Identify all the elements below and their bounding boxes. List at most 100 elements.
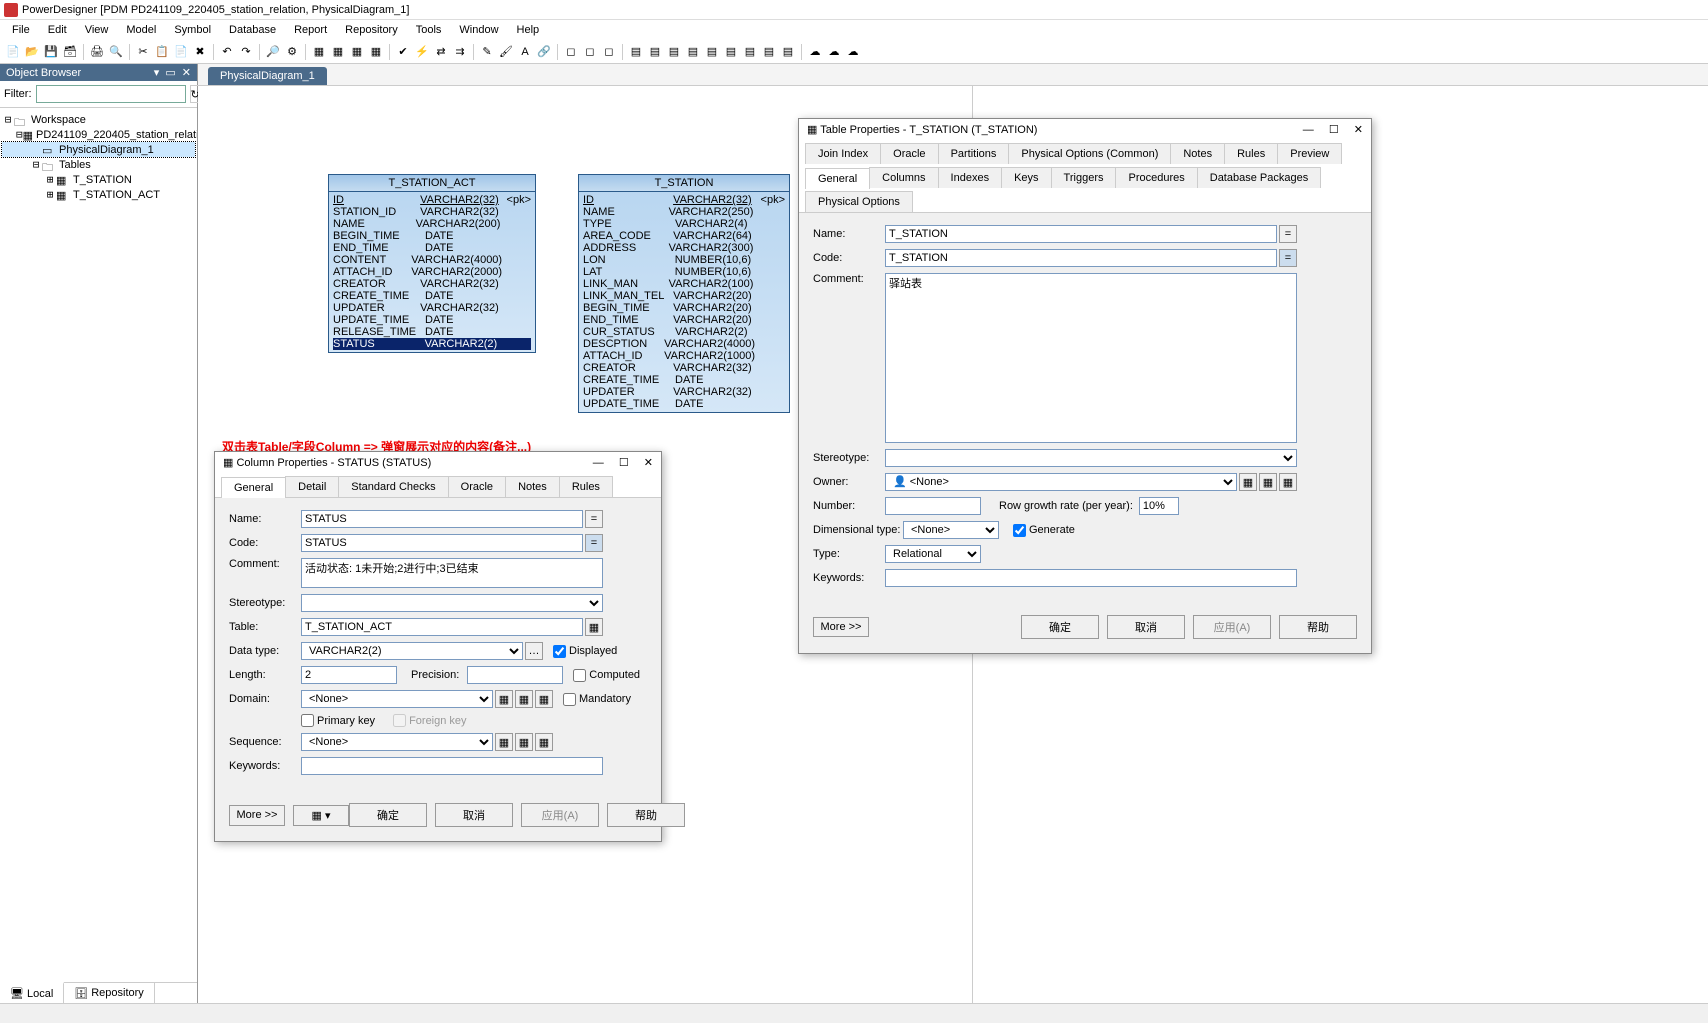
menu-edit[interactable]: Edit [40, 22, 75, 38]
col-tab-notes[interactable]: Notes [505, 476, 560, 497]
erd-column[interactable]: ADDRESSVARCHAR2(300) [583, 242, 785, 254]
tbl-tab-indexes[interactable]: Indexes [938, 167, 1003, 188]
tb-brush[interactable]: 🖌 [497, 43, 515, 61]
tbl-tab-joinindex[interactable]: Join Index [805, 143, 881, 164]
col-length-input[interactable] [301, 666, 397, 684]
tbl-tab-rules[interactable]: Rules [1224, 143, 1278, 164]
tb-saveall[interactable]: 🗃 [61, 43, 79, 61]
tb-zoom3[interactable]: ◻ [600, 43, 618, 61]
tb-diag3[interactable]: ▦ [348, 43, 366, 61]
tbl-comment-input[interactable]: 驿站表 [885, 273, 1297, 443]
seq-btn2[interactable]: ▦ [515, 733, 533, 751]
tbl-stereotype-select[interactable] [885, 449, 1297, 467]
code-eq-button[interactable]: = [585, 534, 603, 552]
tb-db5[interactable]: ▤ [703, 43, 721, 61]
tb-save[interactable]: 💾 [42, 43, 60, 61]
tb-merge[interactable]: ⇉ [451, 43, 469, 61]
erd-column[interactable]: END_TIMEVARCHAR2(20) [583, 314, 785, 326]
tb-gen[interactable]: ⚡ [413, 43, 431, 61]
erd-column[interactable]: CREATE_TIMEDATE [333, 290, 531, 302]
erd-table-act[interactable]: T_STATION_ACT IDVARCHAR2(32)<pk>STATION_… [328, 174, 536, 353]
erd-column[interactable]: RELEASE_TIMEDATE [333, 326, 531, 338]
menu-tools[interactable]: Tools [408, 22, 450, 38]
erd-column[interactable]: STATION_IDVARCHAR2(32) [333, 206, 531, 218]
close-icon[interactable]: ✕ [644, 457, 653, 469]
tname-eq-button[interactable]: = [1279, 225, 1297, 243]
erd-column[interactable]: LONNUMBER(10,6) [583, 254, 785, 266]
owner-btn3[interactable]: ▦ [1279, 473, 1297, 491]
chk-computed[interactable] [573, 669, 586, 682]
chk-displayed[interactable] [553, 645, 566, 658]
seq-btn3[interactable]: ▦ [535, 733, 553, 751]
col-stereotype-select[interactable] [301, 594, 603, 612]
tb-compare[interactable]: ⇄ [432, 43, 450, 61]
domain-btn1[interactable]: ▦ [495, 690, 513, 708]
tree-tables[interactable]: Tables [59, 159, 91, 171]
tb-copy[interactable]: 📋 [153, 43, 171, 61]
col-code-input[interactable] [301, 534, 583, 552]
col-more-button[interactable]: More >> [229, 805, 285, 826]
col-help-button[interactable]: 帮助 [607, 803, 685, 827]
tb-paste[interactable]: 📄 [172, 43, 190, 61]
tbl-dimtype-select[interactable]: <None> [903, 521, 999, 539]
tbl-name-input[interactable] [885, 225, 1277, 243]
tbl-ok-button[interactable]: 确定 [1021, 615, 1099, 639]
maximize-icon[interactable]: ☐ [619, 457, 629, 469]
erd-column[interactable]: ATTACH_IDVARCHAR2(2000) [333, 266, 531, 278]
erd-column[interactable]: LINK_MAN_TELVARCHAR2(20) [583, 290, 785, 302]
erd-column[interactable]: UPDATE_TIMEDATE [583, 398, 785, 410]
tb-delete[interactable]: ✖ [191, 43, 209, 61]
tb-zoom2[interactable]: ◻ [581, 43, 599, 61]
tbl-tab-dbpackages[interactable]: Database Packages [1197, 167, 1321, 188]
domain-btn2[interactable]: ▦ [515, 690, 533, 708]
erd-column[interactable]: UPDATE_TIMEDATE [333, 314, 531, 326]
col-datatype-select[interactable]: VARCHAR2(2) [301, 642, 523, 660]
col-tab-general[interactable]: General [221, 477, 286, 498]
filter-input[interactable] [36, 85, 186, 103]
menu-symbol[interactable]: Symbol [166, 22, 219, 38]
diagram-canvas[interactable]: 双击表Table/字段Column => 弹窗展示对应的内容(备注...) T_… [198, 86, 1708, 1003]
tb-open[interactable]: 📂 [23, 43, 41, 61]
erd-column[interactable]: STATUSVARCHAR2(2) [333, 338, 531, 350]
maximize-icon[interactable]: ☐ [1329, 124, 1339, 136]
tbl-apply-button[interactable]: 应用(A) [1193, 615, 1271, 639]
col-table-input[interactable] [301, 618, 583, 636]
tb-link[interactable]: 🔗 [535, 43, 553, 61]
col-ok-button[interactable]: 确定 [349, 803, 427, 827]
erd-column[interactable]: CREATORVARCHAR2(32) [333, 278, 531, 290]
tbl-tab-procedures[interactable]: Procedures [1115, 167, 1197, 188]
tb-new[interactable]: 📄 [4, 43, 22, 61]
tb-db1[interactable]: ▤ [627, 43, 645, 61]
tbl-tab-notes[interactable]: Notes [1170, 143, 1225, 164]
tb-cloud3[interactable]: ☁ [844, 43, 862, 61]
owner-btn1[interactable]: ▦ [1239, 473, 1257, 491]
tbl-tab-triggers[interactable]: Triggers [1051, 167, 1117, 188]
table-browse-button[interactable]: ▦ [585, 618, 603, 636]
dtype-browse-button[interactable]: … [525, 642, 543, 660]
erd-column[interactable]: DESCPTIONVARCHAR2(4000) [583, 338, 785, 350]
chk-generate[interactable] [1013, 524, 1026, 537]
erd-column[interactable]: ATTACH_IDVARCHAR2(1000) [583, 350, 785, 362]
tb-db2[interactable]: ▤ [646, 43, 664, 61]
erd-table-station[interactable]: T_STATION IDVARCHAR2(32)<pk>NAMEVARCHAR2… [578, 174, 790, 413]
col-apply-button[interactable]: 应用(A) [521, 803, 599, 827]
close-icon[interactable]: ✕ [1354, 124, 1363, 136]
menu-model[interactable]: Model [118, 22, 164, 38]
tb-db9[interactable]: ▤ [779, 43, 797, 61]
tb-db8[interactable]: ▤ [760, 43, 778, 61]
tbl-type-select[interactable]: Relational [885, 545, 981, 563]
tb-diag4[interactable]: ▦ [367, 43, 385, 61]
erd-column[interactable]: CUR_STATUSVARCHAR2(2) [583, 326, 785, 338]
browser-tab-repo[interactable]: 🗄Repository [64, 983, 155, 1003]
tbl-owner-select[interactable]: 👤 <None> [885, 473, 1237, 491]
tb-db4[interactable]: ▤ [684, 43, 702, 61]
tb-preview[interactable]: 🔍 [107, 43, 125, 61]
col-cancel-button[interactable]: 取消 [435, 803, 513, 827]
tbl-tab-general[interactable]: General [805, 168, 870, 189]
erd-column[interactable]: NAMEVARCHAR2(200) [333, 218, 531, 230]
tb-print[interactable]: 🖨 [88, 43, 106, 61]
erd-column[interactable]: END_TIMEDATE [333, 242, 531, 254]
tbl-tab-oracle[interactable]: Oracle [880, 143, 938, 164]
tree-diagram[interactable]: PhysicalDiagram_1 [59, 144, 154, 156]
tbl-tab-keys[interactable]: Keys [1001, 167, 1051, 188]
